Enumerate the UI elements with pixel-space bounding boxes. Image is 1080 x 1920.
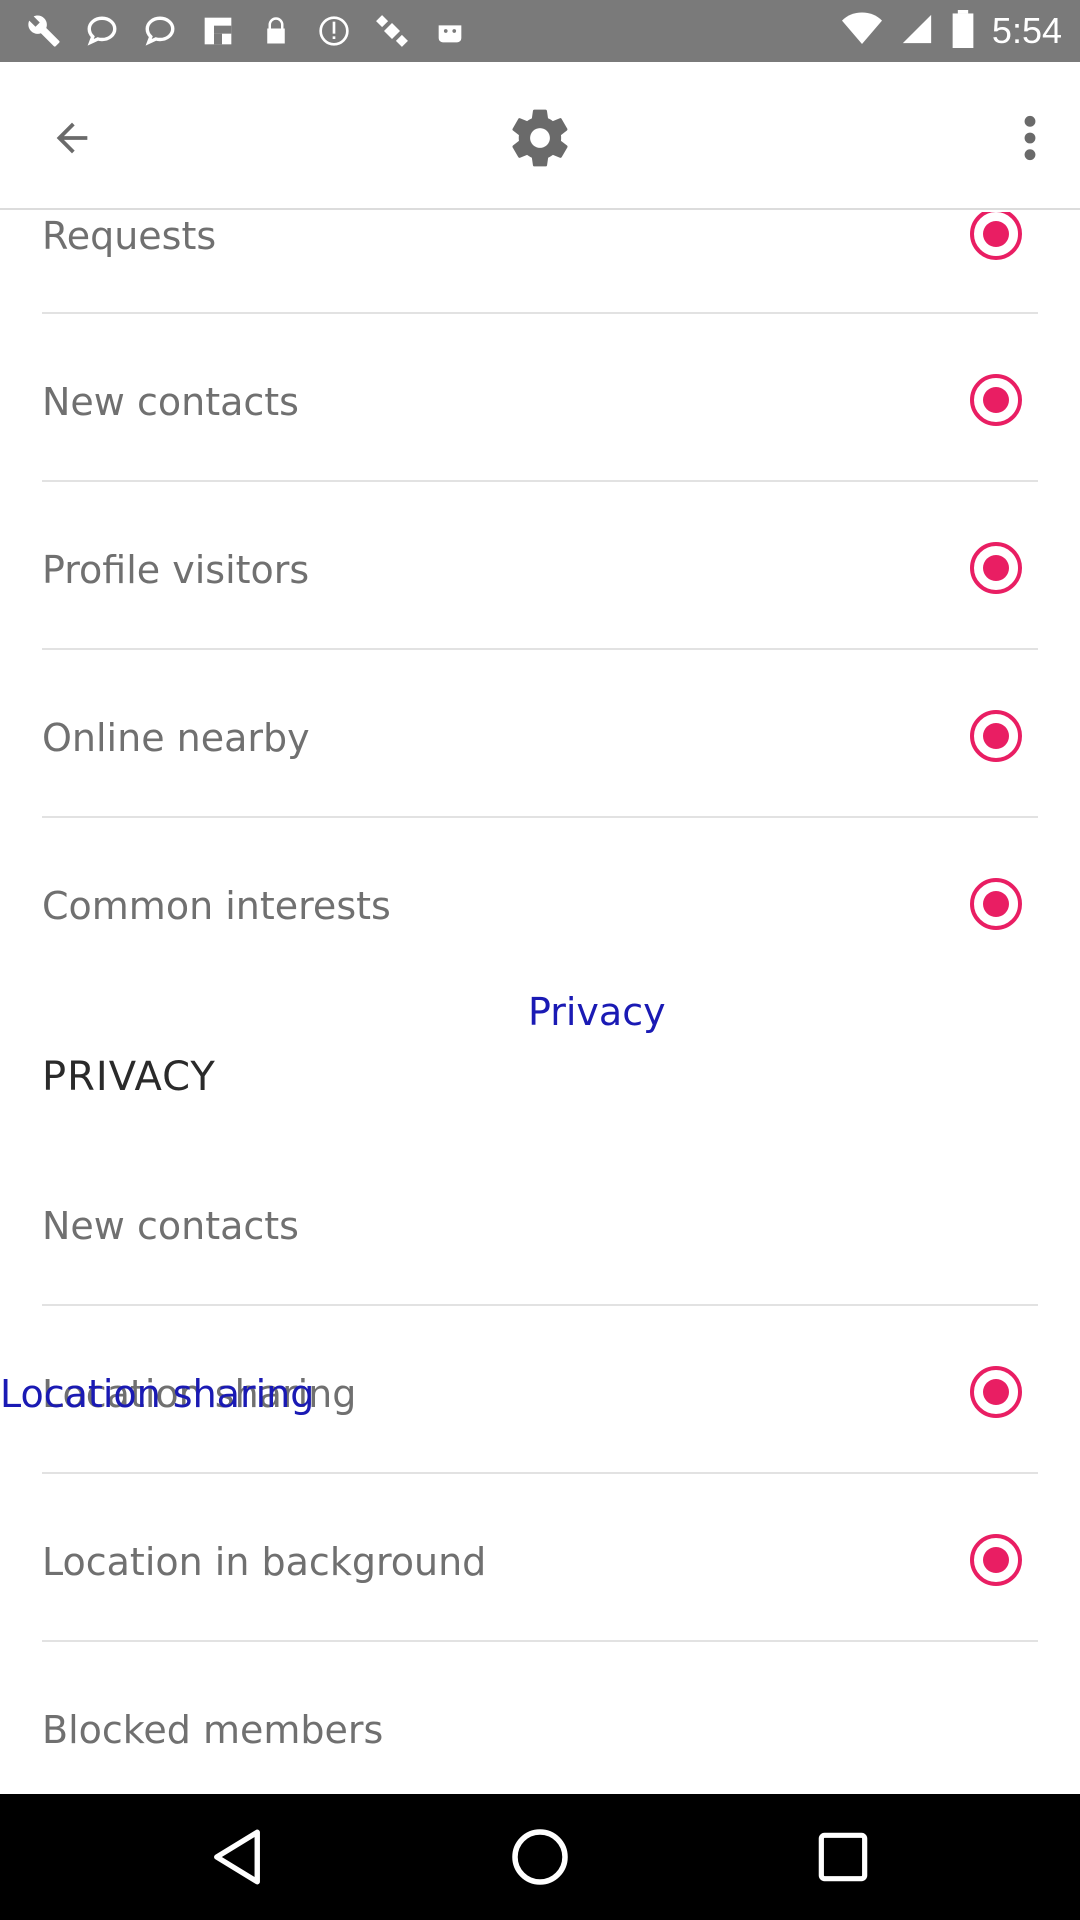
wifi-icon (841, 12, 882, 50)
status-right-icons: 5:54 (841, 0, 1062, 62)
radio-dot (983, 1379, 1009, 1405)
signal-icon (900, 12, 934, 50)
chat-bubble-icon (140, 11, 180, 51)
nav-back-button[interactable] (204, 1824, 270, 1890)
radio-button-checked[interactable] (970, 1534, 1022, 1586)
privacy-item-location-in-background[interactable]: Location in background (42, 1474, 1038, 1642)
android-icon (430, 11, 470, 51)
back-button[interactable] (40, 106, 104, 170)
notification-item-common-interests[interactable]: Common interests (42, 818, 1038, 986)
radio-button-checked[interactable] (970, 710, 1022, 762)
item-label: New contacts (42, 380, 299, 424)
nav-recents-button[interactable] (810, 1824, 876, 1890)
radio-button-checked[interactable] (970, 542, 1022, 594)
privacy-item-new-contacts[interactable]: New contacts (42, 1138, 1038, 1306)
satellite-icon (372, 11, 412, 51)
radio-button-checked[interactable] (970, 374, 1022, 426)
privacy-overlay-label: Privacy (528, 990, 666, 1034)
privacy-item-blocked-members[interactable]: Blocked members (42, 1642, 1038, 1794)
more-vert-icon (1024, 115, 1036, 161)
more-options-button[interactable] (1000, 102, 1060, 174)
item-label: Profile visitors (42, 548, 310, 592)
item-label: Online nearby (42, 716, 310, 760)
item-label: Common interests (42, 884, 391, 928)
notification-item-online-nearby[interactable]: Online nearby (42, 650, 1038, 818)
battery-icon (952, 10, 974, 52)
arrow-back-icon (56, 122, 88, 154)
item-label: Blocked members (42, 1708, 384, 1752)
item-label: Location in background (42, 1540, 487, 1584)
item-label: New contacts (42, 1204, 299, 1248)
location-sharing-overlay-label: Location sharing (0, 1372, 315, 1416)
radio-dot (983, 723, 1009, 749)
triangle-back-icon (214, 1829, 260, 1885)
radio-button-checked[interactable] (970, 1366, 1022, 1418)
status-left-icons (24, 0, 470, 62)
radio-dot (983, 555, 1009, 581)
settings-gear-icon (512, 109, 568, 167)
chat-bubble-icon (82, 11, 122, 51)
status-bar: 5:54 (0, 0, 1080, 62)
settings-list: Requests New contacts Profile visitors O… (0, 212, 1080, 1794)
item-label: Requests (42, 214, 217, 258)
nav-home-button[interactable] (507, 1824, 573, 1890)
app-bar (0, 62, 1080, 210)
radio-button-checked[interactable] (970, 878, 1022, 930)
radio-dot (983, 891, 1009, 917)
radio-button-checked[interactable] (970, 212, 1022, 260)
status-time: 5:54 (991, 10, 1062, 51)
square-recents-icon (818, 1832, 868, 1882)
radio-dot (983, 221, 1009, 247)
wrench-icon (24, 11, 64, 51)
lock-icon (256, 11, 296, 51)
radio-dot (983, 387, 1009, 413)
info-circle-icon (314, 11, 354, 51)
notification-item-profile-visitors[interactable]: Profile visitors (42, 482, 1038, 650)
flipboard-icon (198, 11, 238, 51)
radio-dot (983, 1547, 1009, 1573)
navigation-bar (0, 1794, 1080, 1920)
privacy-section-header: PRIVACY (42, 1054, 216, 1100)
notification-item-new-contacts[interactable]: New contacts (42, 314, 1038, 482)
circle-home-icon (512, 1829, 568, 1885)
notification-item-requests[interactable]: Requests (42, 212, 1038, 314)
